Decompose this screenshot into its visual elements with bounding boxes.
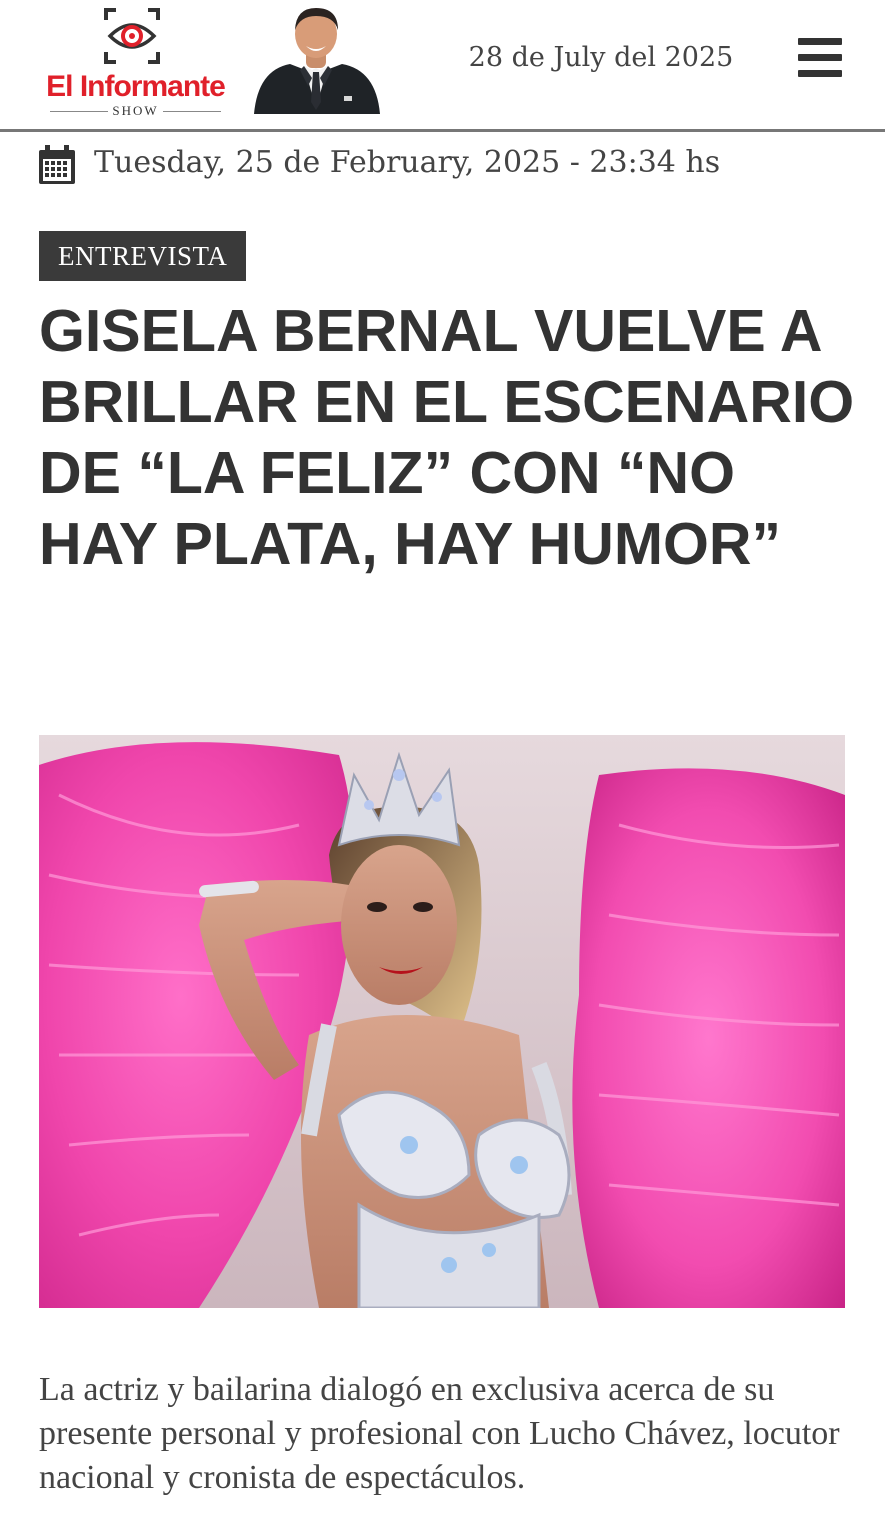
header-divider bbox=[0, 129, 885, 132]
article-lead: La actriz y bailarina dialogó en exclusi… bbox=[39, 1371, 840, 1496]
logo-title: El Informante bbox=[46, 70, 226, 103]
calendar-icon bbox=[39, 145, 75, 184]
menu-bar bbox=[798, 38, 842, 45]
logo-subtitle: SHOW bbox=[112, 103, 159, 118]
eye-logo-icon bbox=[104, 8, 160, 64]
menu-bar bbox=[798, 70, 842, 77]
publish-date: Tuesday, 25 de February, 2025 - 23:34 hs bbox=[94, 145, 721, 180]
photo-illustration bbox=[39, 735, 845, 1308]
header-date: 28 de July del 2025 bbox=[468, 42, 734, 73]
article-headline: GISELA BERNAL VUELVE A BRILLAR EN EL ESC… bbox=[39, 298, 855, 577]
menu-bar bbox=[798, 54, 842, 61]
article-photo bbox=[39, 735, 845, 1308]
host-photo bbox=[254, 8, 380, 114]
logo-subtitle-row: SHOW bbox=[38, 103, 233, 118]
category-tag[interactable]: ENTREVISTA bbox=[39, 231, 247, 281]
site-header: El Informante SHOW 28 de July del 2025 bbox=[0, 0, 885, 130]
hamburger-menu-icon[interactable] bbox=[796, 36, 846, 80]
site-logo[interactable]: El Informante SHOW bbox=[38, 8, 233, 118]
